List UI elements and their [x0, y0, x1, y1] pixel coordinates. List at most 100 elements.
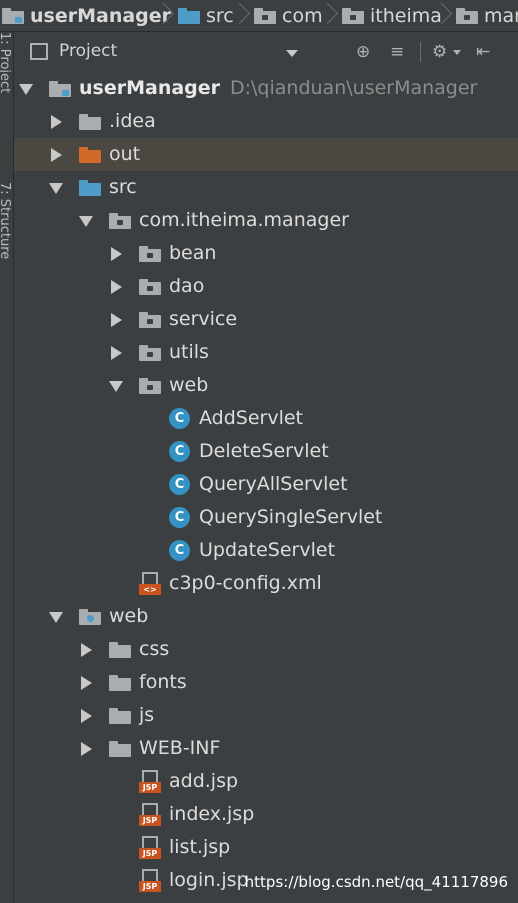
- tree-row-utils[interactable]: utils: [14, 336, 518, 369]
- globe-icon[interactable]: ⊕: [356, 43, 370, 61]
- folder-icon: [79, 114, 101, 130]
- folder-icon: [79, 609, 101, 625]
- tree-item-label: WEB-INF: [139, 737, 221, 759]
- tree-item-label: QueryAllServlet: [199, 473, 348, 495]
- folder-icon: [79, 180, 101, 196]
- jsp-file-icon: JSP: [139, 836, 161, 860]
- tree-row-queryallservlet[interactable]: C QueryAllServlet: [14, 468, 518, 501]
- collapse-arrow-icon[interactable]: [81, 676, 92, 690]
- gear-icon[interactable]: ⚙: [432, 43, 447, 61]
- breadcrumb-item-usermanager[interactable]: userManager: [2, 0, 171, 31]
- project-tool-tab[interactable]: 1: Project: [0, 32, 13, 172]
- tree-row-web[interactable]: web: [14, 600, 518, 633]
- tree-row-src[interactable]: src: [14, 171, 518, 204]
- project-panel-header: Project ⊕ ≡ ⚙ ⇤: [14, 32, 518, 73]
- tree-item-label: c3p0-config.xml: [169, 572, 322, 594]
- watermark: https://blog.csdn.net/qq_41117896: [244, 873, 508, 891]
- folder-icon: [109, 642, 131, 658]
- tree-row-bean[interactable]: bean: [14, 237, 518, 270]
- package-icon: [456, 7, 478, 24]
- breadcrumb-separator: [326, 2, 336, 28]
- class-icon: C: [169, 474, 190, 495]
- tree-item-label: service: [169, 308, 238, 330]
- class-icon: C: [169, 507, 190, 528]
- breadcrumb-item-com[interactable]: com: [254, 0, 323, 31]
- class-icon: C: [169, 408, 190, 429]
- breadcrumb-item-src[interactable]: src: [178, 0, 234, 31]
- breadcrumb-label: userManager: [30, 4, 172, 27]
- tree-item-label: bean: [169, 242, 217, 264]
- breadcrumb-label: itheima: [370, 4, 442, 27]
- package-icon: [254, 7, 276, 24]
- expand-arrow-icon[interactable]: [19, 84, 33, 95]
- collapse-arrow-icon[interactable]: [111, 313, 122, 327]
- tree-item-label: web: [109, 605, 149, 627]
- package-icon: [139, 246, 161, 262]
- tree-row-idea[interactable]: .idea: [14, 105, 518, 138]
- expand-arrow-icon[interactable]: [49, 612, 63, 623]
- breadcrumb-separator: [440, 2, 450, 28]
- tree-row-css[interactable]: css: [14, 633, 518, 666]
- tool-window-strip: 1: Project 7: Structure: [0, 32, 14, 903]
- toolbar-divider: [420, 42, 421, 62]
- tree-row-service[interactable]: service: [14, 303, 518, 336]
- tree-row-add-jsp[interactable]: JSP add.jsp: [14, 765, 518, 798]
- collapse-arrow-icon[interactable]: [111, 247, 122, 261]
- tree-item-label: QuerySingleServlet: [199, 506, 383, 528]
- tree-row-list-jsp[interactable]: JSP list.jsp: [14, 831, 518, 864]
- tree-row-updateservlet[interactable]: C UpdateServlet: [14, 534, 518, 567]
- breadcrumb-label: com: [282, 4, 323, 27]
- tree-row-querysingleservlet[interactable]: C QuerySingleServlet: [14, 501, 518, 534]
- class-icon: C: [169, 441, 190, 462]
- tree-item-label: index.jsp: [169, 803, 255, 825]
- folder-icon: [109, 741, 131, 757]
- collapse-arrow-icon[interactable]: [51, 115, 62, 129]
- structure-tool-tab-label: 7: Structure: [0, 182, 12, 260]
- collapse-arrow-icon[interactable]: [111, 346, 122, 360]
- tree-row-deleteservlet[interactable]: C DeleteServlet: [14, 435, 518, 468]
- collapse-arrow-icon[interactable]: [81, 742, 92, 756]
- jsp-file-icon: JSP: [139, 770, 161, 794]
- tree-row-fonts[interactable]: fonts: [14, 666, 518, 699]
- breadcrumb-item-manager[interactable]: man: [456, 0, 518, 31]
- tree-item-label: .idea: [109, 110, 156, 132]
- breadcrumb: userManager src com itheima man: [0, 0, 518, 32]
- hide-icon[interactable]: ⇤: [476, 43, 490, 61]
- tree-row-out[interactable]: out: [14, 138, 518, 171]
- tree-row-dao[interactable]: dao: [14, 270, 518, 303]
- expand-arrow-icon[interactable]: [109, 381, 123, 392]
- collapse-icon[interactable]: ≡: [390, 43, 404, 61]
- module-folder-icon: [2, 7, 24, 24]
- tree-row-com-itheima-manager[interactable]: com.itheima.manager: [14, 204, 518, 237]
- expand-arrow-icon[interactable]: [79, 216, 93, 227]
- collapse-arrow-icon[interactable]: [81, 643, 92, 657]
- breadcrumb-item-itheima[interactable]: itheima: [342, 0, 442, 31]
- jsp-file-icon: JSP: [139, 869, 161, 893]
- tree-item-label: utils: [169, 341, 209, 363]
- package-icon: [139, 279, 161, 295]
- xml-file-icon: <>: [139, 572, 161, 596]
- tree-row-usermanager[interactable]: userManager D:\qianduan\userManager: [14, 72, 518, 105]
- project-tool-tab-label: 1: Project: [0, 32, 12, 94]
- tree-item-label: DeleteServlet: [199, 440, 329, 462]
- chevron-down-icon[interactable]: [286, 50, 298, 57]
- tree-row-web[interactable]: web: [14, 369, 518, 402]
- tree-item-label: fonts: [139, 671, 187, 693]
- tree-item-label: list.jsp: [169, 836, 231, 858]
- tree-item-label: com.itheima.manager: [139, 209, 349, 231]
- collapse-arrow-icon[interactable]: [51, 148, 62, 162]
- breadcrumb-label: src: [206, 4, 234, 27]
- tree-row-js[interactable]: js: [14, 699, 518, 732]
- expand-arrow-icon[interactable]: [49, 183, 63, 194]
- collapse-arrow-icon[interactable]: [111, 280, 122, 294]
- collapse-arrow-icon[interactable]: [81, 709, 92, 723]
- structure-tool-tab[interactable]: 7: Structure: [0, 182, 13, 322]
- tree-row-c3p0-config-xml[interactable]: <> c3p0-config.xml: [14, 567, 518, 600]
- tree-row-addservlet[interactable]: C AddServlet: [14, 402, 518, 435]
- class-icon: C: [169, 540, 190, 561]
- folder-icon: [109, 708, 131, 724]
- project-view-title[interactable]: Project: [59, 41, 117, 61]
- gear-chevron-icon[interactable]: [453, 50, 461, 55]
- tree-row-web-inf[interactable]: WEB-INF: [14, 732, 518, 765]
- tree-row-index-jsp[interactable]: JSP index.jsp: [14, 798, 518, 831]
